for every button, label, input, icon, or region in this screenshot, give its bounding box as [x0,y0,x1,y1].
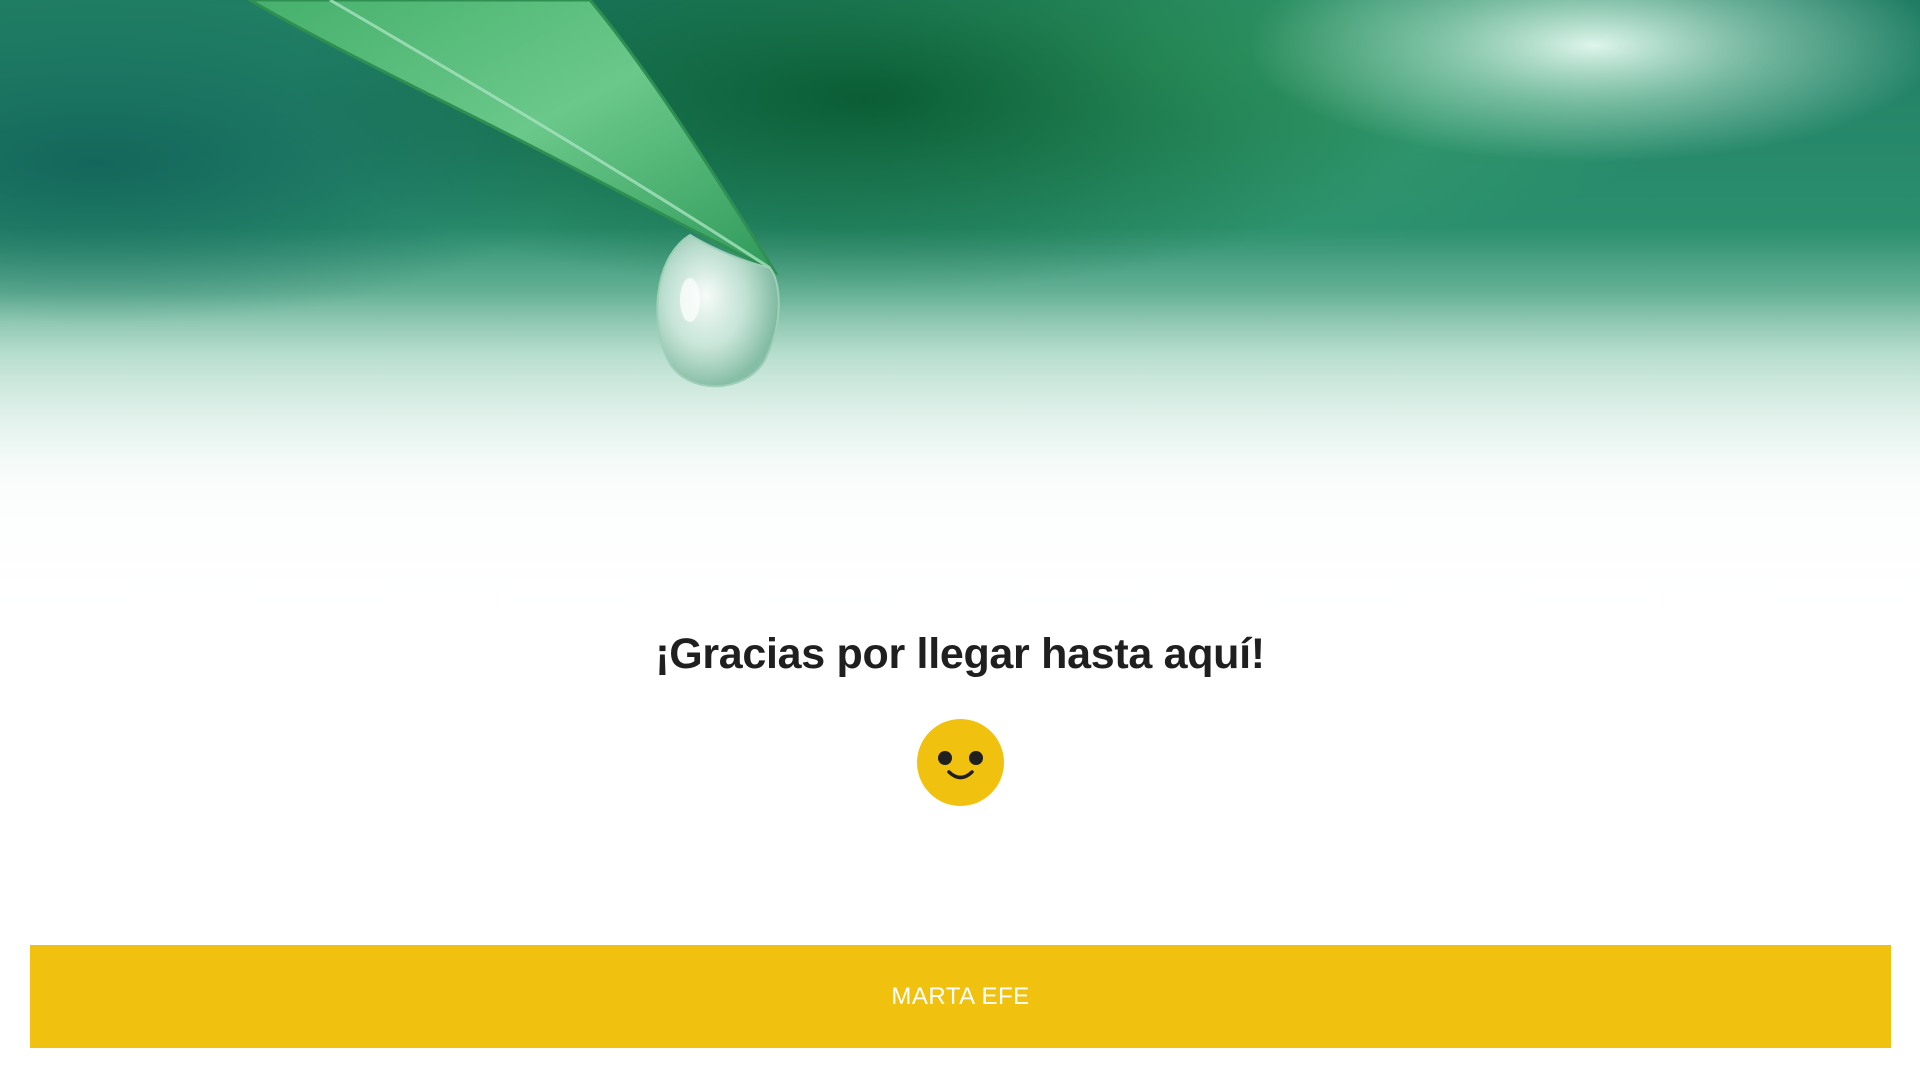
footer-bar: MARTA EFE [30,945,1891,1048]
footer-brand-label: MARTA EFE [891,982,1030,1010]
smiley-face-icon [917,719,1004,806]
thank-you-page: ¡Gracias por llegar hasta aquí! MARTA EF… [0,0,1920,1085]
leaf-water-drop-photo [0,0,1920,650]
hero-image [0,0,1920,650]
page-title: ¡Gracias por llegar hasta aquí! [655,630,1265,678]
